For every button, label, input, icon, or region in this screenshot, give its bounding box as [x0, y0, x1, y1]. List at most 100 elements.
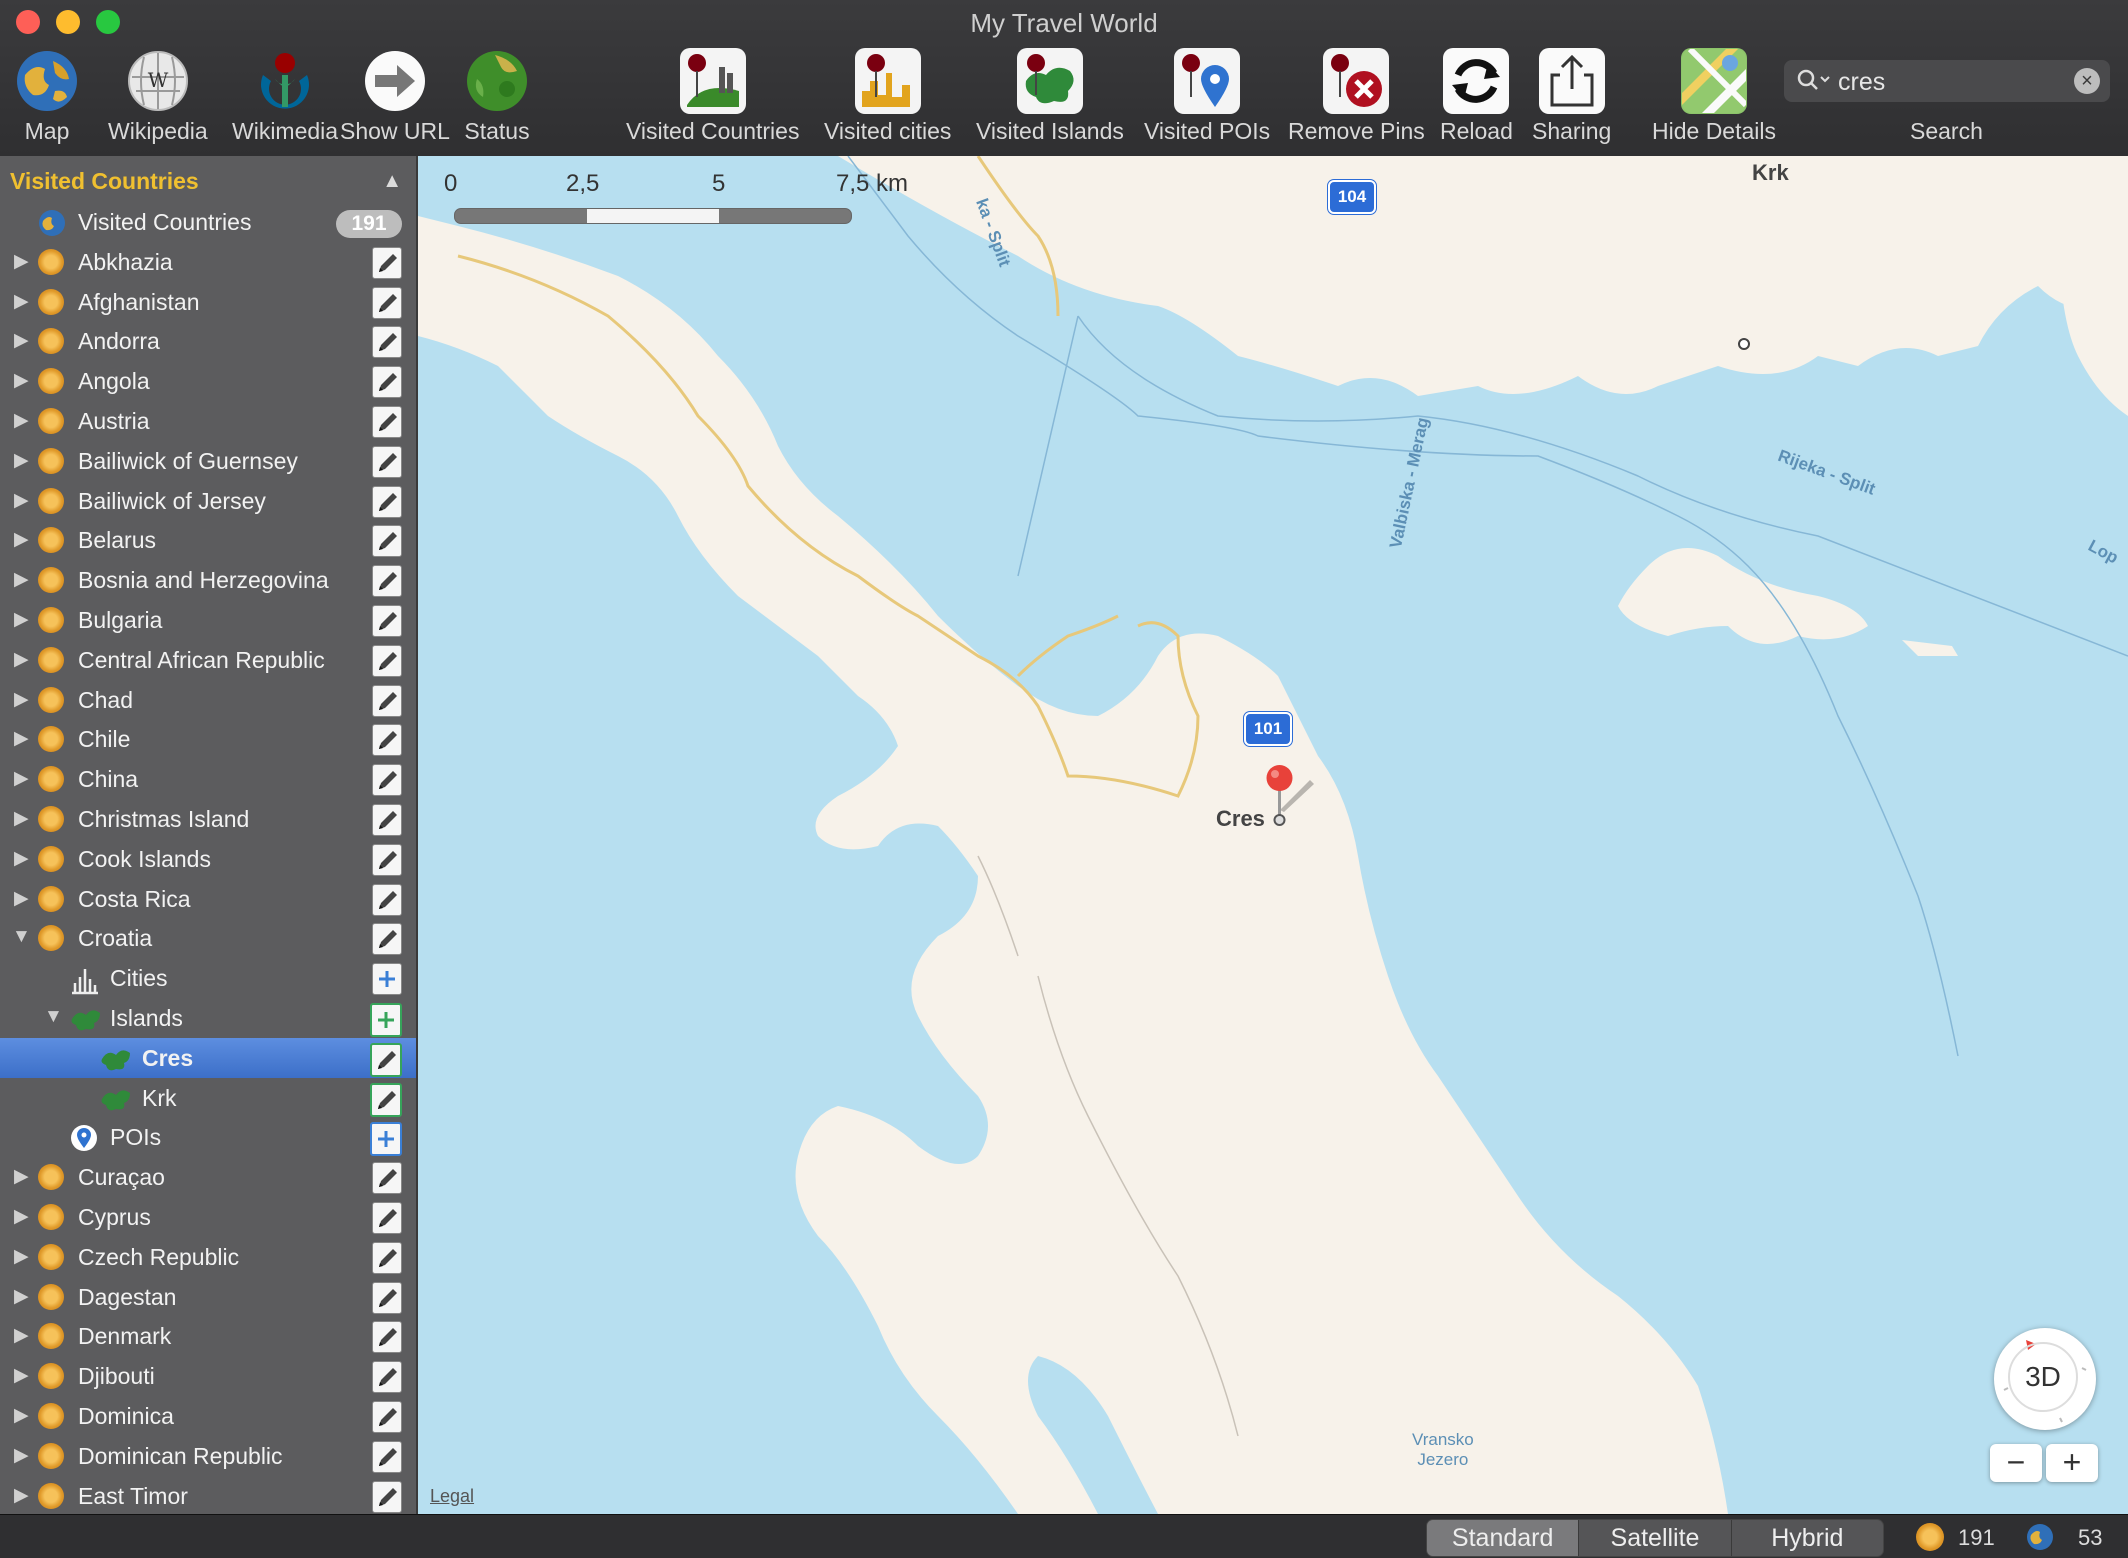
disclosure-collapsed-icon[interactable]: ▶	[14, 1364, 29, 1387]
disclosure-collapsed-icon[interactable]: ▶	[14, 1404, 29, 1427]
edit-country-button[interactable]	[372, 764, 402, 797]
cities-row[interactable]: Cities	[0, 958, 416, 998]
country-row[interactable]: ▶ Djibouti	[0, 1356, 416, 1396]
disclosure-collapsed-icon[interactable]: ▶	[14, 250, 29, 273]
country-row-croatia[interactable]: ▼ Croatia	[0, 918, 416, 958]
disclosure-collapsed-icon[interactable]: ▶	[14, 1285, 29, 1308]
legal-link[interactable]: Legal	[430, 1486, 474, 1507]
country-row[interactable]: ▶ Cook Islands	[0, 839, 416, 879]
edit-country-button[interactable]	[372, 1241, 402, 1274]
country-row[interactable]: ▶ Bailiwick of Guernsey	[0, 441, 416, 481]
edit-country-button[interactable]	[372, 804, 402, 836]
edit-country-button[interactable]	[372, 724, 402, 757]
country-row[interactable]: ▶ Curaçao	[0, 1157, 416, 1197]
disclosure-collapsed-icon[interactable]: ▶	[14, 1444, 29, 1467]
edit-country-button[interactable]	[372, 1361, 402, 1394]
disclosure-collapsed-icon[interactable]: ▶	[14, 369, 29, 392]
country-row[interactable]: ▶ Costa Rica	[0, 879, 416, 919]
visited-islands-button[interactable]: Visited Islands	[976, 48, 1124, 148]
edit-country-button[interactable]	[372, 286, 402, 319]
country-row[interactable]: ▶ Austria	[0, 401, 416, 441]
status-button[interactable]: Status	[464, 48, 530, 148]
edit-island-button[interactable]	[370, 1082, 402, 1117]
edit-country-button[interactable]	[372, 366, 402, 399]
compass-3d-button[interactable]: 3D	[1994, 1328, 2096, 1430]
country-row[interactable]: ▶ Bailiwick of Jersey	[0, 481, 416, 521]
disclosure-collapsed-icon[interactable]: ▶	[14, 1484, 29, 1507]
edit-country-button[interactable]	[372, 525, 402, 558]
country-row[interactable]: ▶ Cyprus	[0, 1197, 416, 1237]
wikimedia-button[interactable]: Wikimedia	[232, 48, 338, 148]
edit-country-button[interactable]	[372, 406, 402, 438]
islands-row[interactable]: ▼ Islands	[0, 998, 416, 1038]
map-view[interactable]: 0 2,5 5 7,5 km 104 101 Krk Cres ka - Spl…	[418, 156, 2128, 1514]
island-row-krk[interactable]: Krk	[0, 1078, 416, 1118]
edit-country-button[interactable]	[372, 1401, 402, 1433]
country-row[interactable]: ▶ Denmark	[0, 1316, 416, 1356]
search-input[interactable]	[1836, 64, 2060, 100]
country-row[interactable]: ▶ Belarus	[0, 520, 416, 560]
edit-country-button[interactable]	[372, 326, 402, 359]
mode-hybrid[interactable]: Hybrid	[1732, 1520, 1883, 1556]
visited-cities-button[interactable]: Visited cities	[824, 48, 951, 148]
sidebar-header[interactable]: Visited Countries ▲	[0, 164, 416, 198]
disclosure-collapsed-icon[interactable]: ▶	[14, 648, 29, 671]
country-row[interactable]: ▶ Chad	[0, 680, 416, 720]
remove-pins-button[interactable]: Remove Pins	[1288, 48, 1425, 148]
edit-country-button[interactable]	[372, 923, 402, 956]
disclosure-collapsed-icon[interactable]: ▶	[14, 489, 29, 512]
visited-countries-button[interactable]: Visited Countries	[626, 48, 799, 148]
zoom-in-button[interactable]: +	[2046, 1444, 2098, 1482]
disclosure-collapsed-icon[interactable]: ▶	[14, 1205, 29, 1228]
add-city-button[interactable]	[372, 963, 402, 996]
map-pin[interactable]	[1258, 764, 1318, 839]
country-row[interactable]: ▶ Dominican Republic	[0, 1436, 416, 1476]
disclosure-collapsed-icon[interactable]: ▶	[14, 608, 29, 631]
country-row[interactable]: ▶ Central African Republic	[0, 640, 416, 680]
add-poi-button[interactable]	[370, 1122, 402, 1157]
country-row[interactable]: ▶ China	[0, 759, 416, 799]
edit-country-button[interactable]	[372, 246, 402, 279]
zoom-out-button[interactable]: −	[1990, 1444, 2042, 1482]
map-button[interactable]: Map	[14, 48, 80, 148]
disclosure-collapsed-icon[interactable]: ▶	[14, 767, 29, 790]
edit-country-button[interactable]	[372, 1440, 402, 1473]
edit-country-button[interactable]	[372, 644, 402, 677]
edit-country-button[interactable]	[372, 445, 402, 478]
edit-country-button[interactable]	[372, 883, 402, 916]
country-row[interactable]: ▶ Abkhazia	[0, 242, 416, 282]
country-row[interactable]: ▶ Christmas Island	[0, 799, 416, 839]
disclosure-collapsed-icon[interactable]: ▶	[14, 847, 29, 870]
disclosure-expanded-icon[interactable]: ▼	[44, 1006, 63, 1028]
disclosure-collapsed-icon[interactable]: ▶	[14, 449, 29, 472]
edit-country-button[interactable]	[372, 684, 402, 717]
country-row[interactable]: ▶ Bosnia and Herzegovina	[0, 560, 416, 600]
edit-country-button[interactable]	[372, 1281, 402, 1314]
edit-country-button[interactable]	[372, 843, 402, 876]
clear-search-icon[interactable]: ×	[2074, 68, 2100, 94]
map-mode-segmented-control[interactable]: Standard Satellite Hybrid	[1426, 1519, 1884, 1557]
disclosure-collapsed-icon[interactable]: ▶	[14, 329, 29, 352]
disclosure-collapsed-icon[interactable]: ▶	[14, 807, 29, 830]
country-row[interactable]: ▶ Bulgaria	[0, 600, 416, 640]
edit-country-button[interactable]	[372, 565, 402, 598]
country-row[interactable]: ▶ Angola	[0, 361, 416, 401]
country-row[interactable]: ▶ Dagestan	[0, 1277, 416, 1317]
disclosure-collapsed-icon[interactable]: ▶	[14, 727, 29, 750]
reload-button[interactable]: Reload	[1440, 48, 1513, 148]
disclosure-collapsed-icon[interactable]: ▶	[14, 528, 29, 551]
edit-country-button[interactable]	[372, 605, 402, 637]
country-row[interactable]: ▶ Czech Republic	[0, 1237, 416, 1277]
add-island-button[interactable]	[370, 1003, 402, 1037]
mode-standard[interactable]: Standard	[1427, 1520, 1580, 1556]
edit-country-button[interactable]	[372, 485, 402, 518]
edit-island-button[interactable]	[370, 1042, 402, 1077]
disclosure-expanded-icon[interactable]: ▼	[12, 926, 31, 948]
disclosure-collapsed-icon[interactable]: ▶	[14, 290, 29, 313]
hide-details-button[interactable]: Hide Details	[1652, 48, 1776, 148]
disclosure-collapsed-icon[interactable]: ▶	[14, 568, 29, 591]
sharing-button[interactable]: Sharing	[1532, 48, 1611, 148]
mode-satellite[interactable]: Satellite	[1579, 1520, 1732, 1556]
country-row[interactable]: ▶ Andorra	[0, 321, 416, 361]
pois-row[interactable]: POIs	[0, 1117, 416, 1157]
